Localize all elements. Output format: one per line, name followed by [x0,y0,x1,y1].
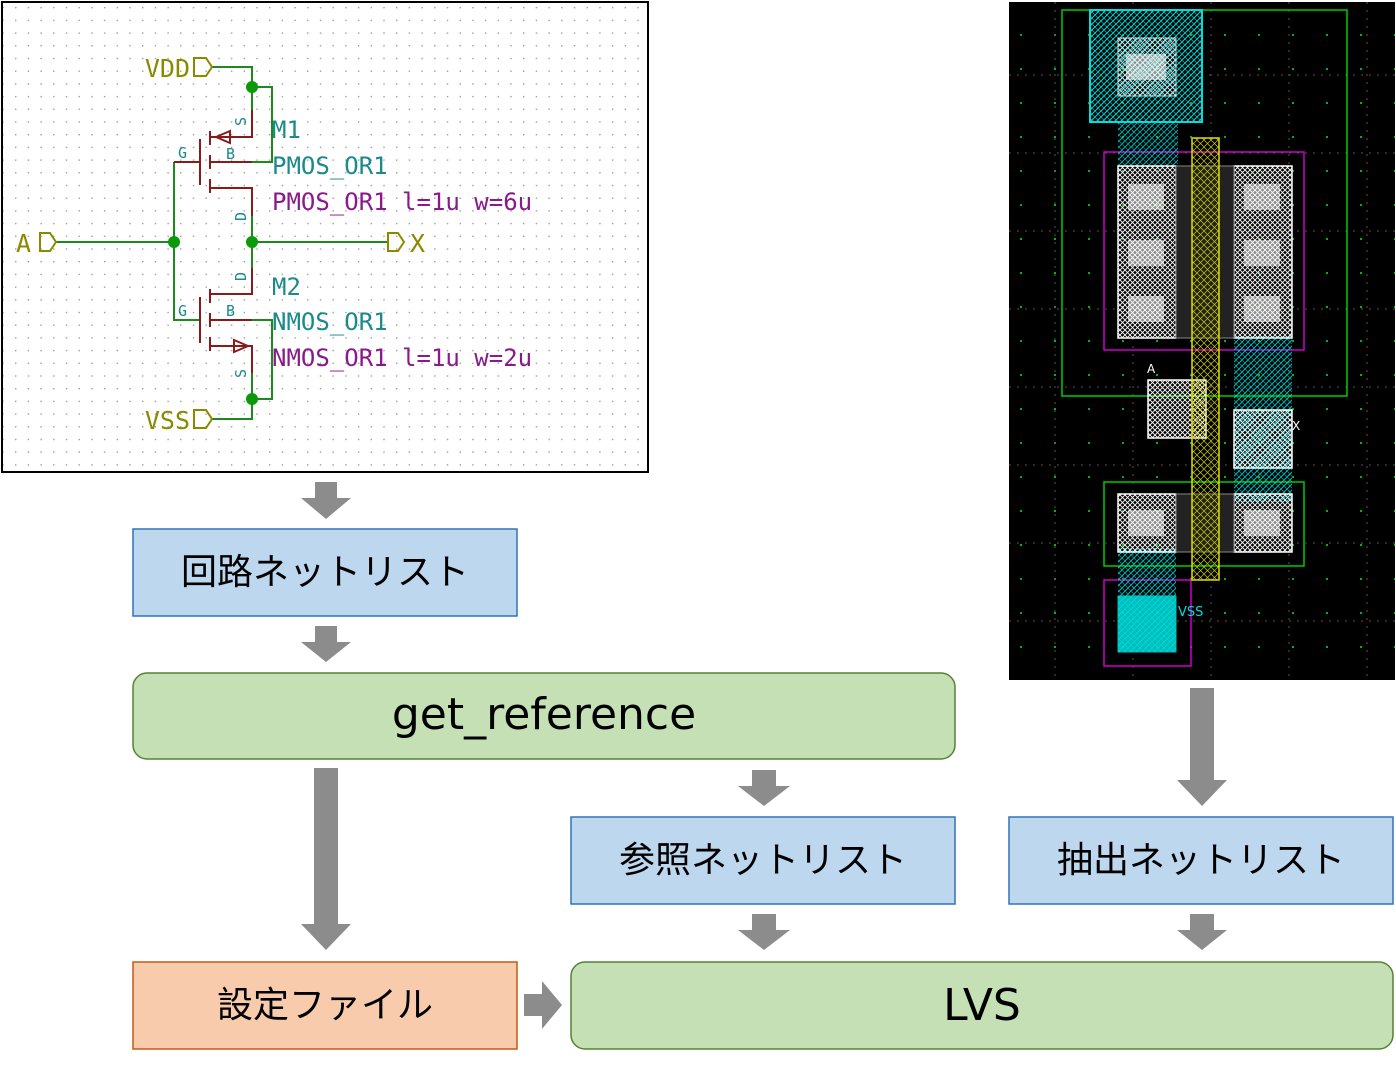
m2-params: NMOS_OR1 l=1u w=2u [272,344,532,372]
extracted-netlist-label: 抽出ネットリスト [1057,840,1345,881]
vss-port-label: VSS [145,406,190,435]
m1-pin-s: S [232,117,250,126]
output-contact-x [1233,409,1293,469]
reference-netlist-label: 参照ネットリスト [619,840,907,881]
get-reference-label: get_reference [392,689,696,740]
arrow-config-to-lvs [524,981,562,1029]
m1-pin-d: D [232,212,250,221]
arrow-extracted-to-lvs [1177,914,1227,950]
vdd-strap-metal [1118,122,1178,166]
m2-ref: M2 [272,273,301,301]
vdd-port-label: VDD [145,54,190,83]
m2-pin-g: G [178,302,187,320]
schematic-panel: VDD VSS A X G B G B S D D S M1 PMOS_OR1 … [1,1,649,473]
m1-model: PMOS_OR1 [272,152,388,180]
m2-pin-d: D [232,272,250,281]
arrow-getref-to-refnet [738,770,790,806]
poly-gate [1191,137,1220,581]
a-port-label: A [16,229,31,258]
arrow-netlist-to-getref [301,626,351,662]
m2-pin-s: S [232,369,250,378]
vss-rail-metal [1117,595,1177,653]
circuit-netlist-label: 回路ネットリスト [181,552,469,593]
layout-panel: A X VSS [1009,2,1395,680]
layout-label-a: A [1147,362,1156,376]
m1-params: PMOS_OR1 l=1u w=6u [272,188,532,216]
layout-label-vss: VSS [1178,605,1203,620]
arrow-schematic-to-netlist [301,482,351,519]
schematic-grid [3,3,647,471]
arrow-getref-to-config [301,768,351,950]
arrow-layout-to-extracted [1177,688,1227,806]
m1-pin-b: B [226,145,235,163]
m2-model: NMOS_OR1 [272,308,388,336]
m2-pin-b: B [226,302,235,320]
lvs-flow-diagram: VDD VSS A X G B G B S D D S M1 PMOS_OR1 … [1,1,1395,1050]
m1-pin-g: G [178,144,187,162]
arrow-refnet-to-lvs [738,914,790,950]
config-file-label: 設定ファイル [217,985,433,1026]
lvs-label: LVS [943,980,1021,1031]
x-port-label: X [410,229,425,258]
m1-ref: M1 [272,116,301,144]
layout-label-x: X [1292,419,1300,433]
